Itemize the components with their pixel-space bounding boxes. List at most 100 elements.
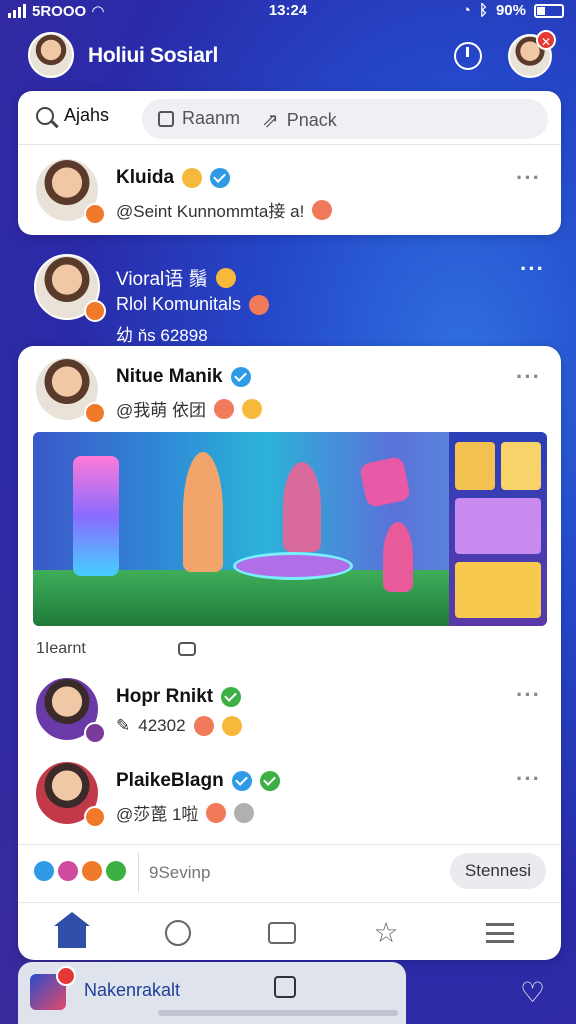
collage-tile (455, 442, 495, 490)
app-header: Holiui Sosiarl ✕ (0, 28, 576, 84)
emoji-icon (206, 802, 227, 823)
tab-bar: Ajahs Raanm ⇗ Pnack (18, 91, 561, 145)
tab-search-label: Ajahs (64, 105, 110, 125)
edit-icon: ✎ (116, 716, 131, 735)
stop-icon[interactable] (274, 976, 296, 998)
emoji-icon (193, 716, 214, 736)
verified-icon (230, 367, 251, 387)
reaction-icons (34, 861, 126, 881)
square-icon (158, 110, 174, 127)
composer-input[interactable] (138, 853, 438, 893)
menu-icon (486, 923, 514, 943)
power-button[interactable] (454, 42, 482, 70)
dock-label: Nakenrakalt (84, 980, 181, 1000)
banner-collage (449, 432, 547, 626)
emoji-icon (241, 398, 262, 419)
notification-badge-icon: ✕ (536, 30, 556, 50)
message-icon (268, 922, 296, 944)
mini-player-dock[interactable]: Nakenrakalt (18, 962, 406, 1024)
online-badge-icon (84, 300, 106, 322)
feed-card: Nitue Manik @我萌 依团 ··· 1Iearnt Hopr Rnik (18, 346, 561, 960)
status-right: ◔ ᛒ 90% (462, 2, 564, 19)
banner-stage (233, 552, 353, 580)
more-options-icon[interactable]: ··· (516, 165, 541, 191)
tab-item-2[interactable]: ⇗ Pnack (262, 108, 337, 133)
more-options-icon[interactable]: ··· (516, 682, 541, 708)
nav-home[interactable] (54, 912, 90, 951)
post-meta-text: @莎蓖 1啦 (116, 805, 199, 824)
emoji-icon (234, 802, 255, 823)
account-avatar[interactable]: ✕ (508, 30, 556, 78)
battery-icon (534, 3, 564, 18)
collage-tile (455, 498, 541, 554)
reaction-icon[interactable] (58, 861, 78, 881)
post-meta-text: Rlol Komunitals (116, 294, 242, 314)
online-badge-icon (84, 806, 106, 828)
post-item[interactable]: Vioral语 鬚 Rlol Komunitals 幼 ňs 62898 ··· (34, 254, 545, 345)
emoji-icon (215, 267, 236, 288)
banner-pillar (73, 456, 119, 576)
tab-item-label: Pnack (286, 110, 337, 130)
post-author-name: PlaikeBlagn (116, 770, 224, 791)
banner-figure (383, 522, 413, 592)
tab-search[interactable]: Ajahs (36, 105, 109, 126)
online-badge-icon (84, 402, 106, 424)
status-bar: 5ROOO ◠ 13:24 ◔ ᛒ 90% (0, 0, 576, 22)
nav-menu[interactable] (482, 915, 518, 951)
emoji-icon (249, 294, 270, 315)
post-item[interactable]: Kluida @Seint Kunnommta接 a! ··· (34, 157, 544, 227)
nav-messages[interactable] (264, 915, 300, 951)
more-options-icon[interactable]: ··· (516, 364, 541, 390)
reaction-icon[interactable] (82, 861, 102, 881)
reaction-icon[interactable] (34, 861, 54, 881)
post-meta: ✎ 42302 (116, 716, 242, 736)
comment-icon[interactable] (178, 642, 196, 656)
tab-item-1[interactable]: Raanm (158, 108, 240, 129)
post-meta-text: @我萌 依团 (116, 401, 206, 420)
verified-icon (231, 771, 252, 791)
dock-notification-icon (56, 966, 76, 986)
heart-outline-icon[interactable]: ♡ (520, 976, 545, 1009)
drag-handle[interactable] (158, 1010, 398, 1016)
post-author: Vioral语 鬚 (116, 264, 236, 291)
battery-percent: 90% (495, 2, 526, 19)
send-button[interactable]: Stennesi (450, 853, 546, 889)
section-label: 1Iearnt (36, 640, 86, 657)
post-author: Hopr Rnikt (116, 686, 242, 708)
post-meta: Rlol Komunitals (116, 294, 270, 315)
profile-avatar[interactable] (28, 32, 74, 78)
online-badge-icon (84, 203, 106, 225)
bluetooth-icon: ᛒ (478, 2, 488, 19)
tab-item-label: Raanm (182, 108, 241, 128)
nav-favorites[interactable]: ☆ (368, 915, 404, 951)
post-meta-text: 42302 (138, 716, 186, 735)
banner-figure (283, 462, 321, 552)
emoji-icon (213, 398, 234, 419)
post-image[interactable] (33, 432, 547, 626)
verified-icon (221, 687, 242, 707)
banner-figure (183, 452, 223, 572)
collage-tile (501, 442, 541, 490)
post-meta: @莎蓖 1啦 (116, 800, 255, 825)
nav-chat[interactable] (160, 915, 196, 951)
share-icon: ⇗ (262, 110, 279, 132)
play-icon (259, 771, 280, 791)
home-icon (54, 912, 90, 948)
reaction-icon[interactable] (106, 861, 126, 881)
post-author: Nitue Manik (116, 366, 251, 388)
bottom-nav: ☆ (18, 902, 561, 960)
emoji-icon (221, 716, 242, 736)
post-author-name: Hopr Rnikt (116, 686, 214, 707)
more-options-icon[interactable]: ··· (516, 766, 541, 792)
post-author: Kluida (116, 167, 231, 189)
post-meta-secondary: 幼 ňs 62898 (116, 326, 208, 345)
top-card: Ajahs Raanm ⇗ Pnack Kluida @Seint Kunnom… (18, 91, 561, 235)
more-options-icon[interactable]: ··· (520, 256, 545, 282)
post-item[interactable]: Nitue Manik @我萌 依团 ··· (34, 356, 544, 426)
post-item[interactable]: PlaikeBlagn @莎蓖 1啦 ··· (34, 760, 544, 830)
post-author: PlaikeBlagn (116, 770, 280, 792)
emoji-icon (312, 199, 333, 220)
heart-icon (358, 455, 412, 509)
chat-bubble-icon (165, 920, 191, 946)
post-item[interactable]: Hopr Rnikt ✎ 42302 ··· (34, 676, 544, 746)
